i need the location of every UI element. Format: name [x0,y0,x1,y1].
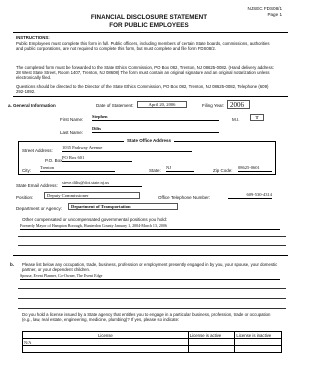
middle-initial-field[interactable]: T [250,114,264,121]
state-office-address-title: State Office Address [0,138,298,143]
license-table: License License is active License is ina… [22,331,282,353]
other-positions-line-2 [18,236,286,237]
instructions-paragraph-3: Questions should be directed to the Dire… [16,84,269,95]
form-title: FINANCIAL DISCLOSURE STATEMENT FOR PUBLI… [0,14,298,29]
occupation-field[interactable]: Spouse, Event Planner, Co-Owner, The Eve… [20,273,280,280]
license-cell[interactable]: N/A [22,338,189,346]
last-name-field[interactable]: Dilts [92,126,219,133]
position-field[interactable]: Deputy Commissioner [44,192,140,199]
top-divider [13,32,288,33]
email-field[interactable]: steve.dilts@dot.state.nj.us [62,180,142,187]
po-box-label: P.O. Box: [45,158,64,163]
last-name-label: Last Name: [60,130,84,135]
instructions-paragraph-1: Public Employees must complete this form… [16,41,270,52]
title-line-1: FINANCIAL DISCLOSURE STATEMENT [90,14,208,21]
filing-year-field[interactable]: 2006 [227,100,250,109]
position-label: Position: [16,195,34,200]
other-positions-line-3 [18,245,286,246]
license-active-header: License is active [187,331,236,339]
table-row: N/A [22,338,282,346]
license-table-header: License License is active License is ina… [22,331,282,339]
first-name-label: First Name: [60,117,84,122]
date-of-statement-field[interactable]: April 20, 2006 [137,101,187,108]
license-cell[interactable] [22,345,189,353]
license-active-cell[interactable] [187,338,236,346]
city-label: City: [22,168,31,173]
zip-field[interactable]: 08625-0601 [238,165,272,172]
department-field[interactable]: Department of Transportation [68,203,178,210]
license-prompt: Do you hold a license issued by a State … [22,312,271,323]
occupation-line-2 [18,288,286,289]
street-label: Street Address: [22,148,53,153]
po-box-field[interactable]: PO Box 601 [62,155,132,162]
state-label: State: [149,168,161,173]
instructions-divider [13,96,288,97]
other-positions-field[interactable]: Formerly Mayor of Hampton Borough, Hunte… [20,223,280,230]
other-positions-label: Other compensated or uncompensated gover… [22,217,168,222]
license-inactive-header: License is inactive [234,331,282,339]
occupation-line-3 [18,298,286,299]
section-b-label: b. [10,262,14,267]
city-field[interactable]: Trenton [40,165,115,172]
street-field[interactable]: 1035 Parkway Avenue [62,145,192,152]
occupation-line-4 [18,308,286,309]
table-row [22,345,282,353]
instructions-paragraph-2: The completed form must be forwarded to … [16,65,274,81]
license-inactive-cell[interactable] [234,338,282,346]
section-a-label: a. General Information [8,103,56,108]
filing-year-label: Filing Year: [202,103,225,108]
instructions-heading: INSTRUCTIONS: [16,35,50,40]
license-header: License [22,331,189,339]
office-phone-label: Office Telephone Number: [158,195,211,200]
state-field[interactable]: NJ [166,165,194,172]
zip-label: Zip Code: [213,168,233,173]
middle-initial-label: M.I. [232,117,240,122]
email-label: State Email Address: [16,183,58,188]
section-divider [13,255,288,256]
office-phone-field[interactable]: 609-530-4314 [228,192,272,199]
section-b-prompt: Please list below any occupation, trade,… [22,262,278,273]
state-office-address-title-text: State Office Address [123,138,175,143]
title-line-2: FOR PUBLIC EMPLOYEES [109,21,189,29]
date-label: Date of Statement: [96,103,134,108]
license-inactive-cell[interactable] [234,345,282,353]
department-label: Department or Agency: [16,206,63,211]
license-active-cell[interactable] [187,345,236,353]
first-name-field[interactable]: Stephen [92,114,219,121]
